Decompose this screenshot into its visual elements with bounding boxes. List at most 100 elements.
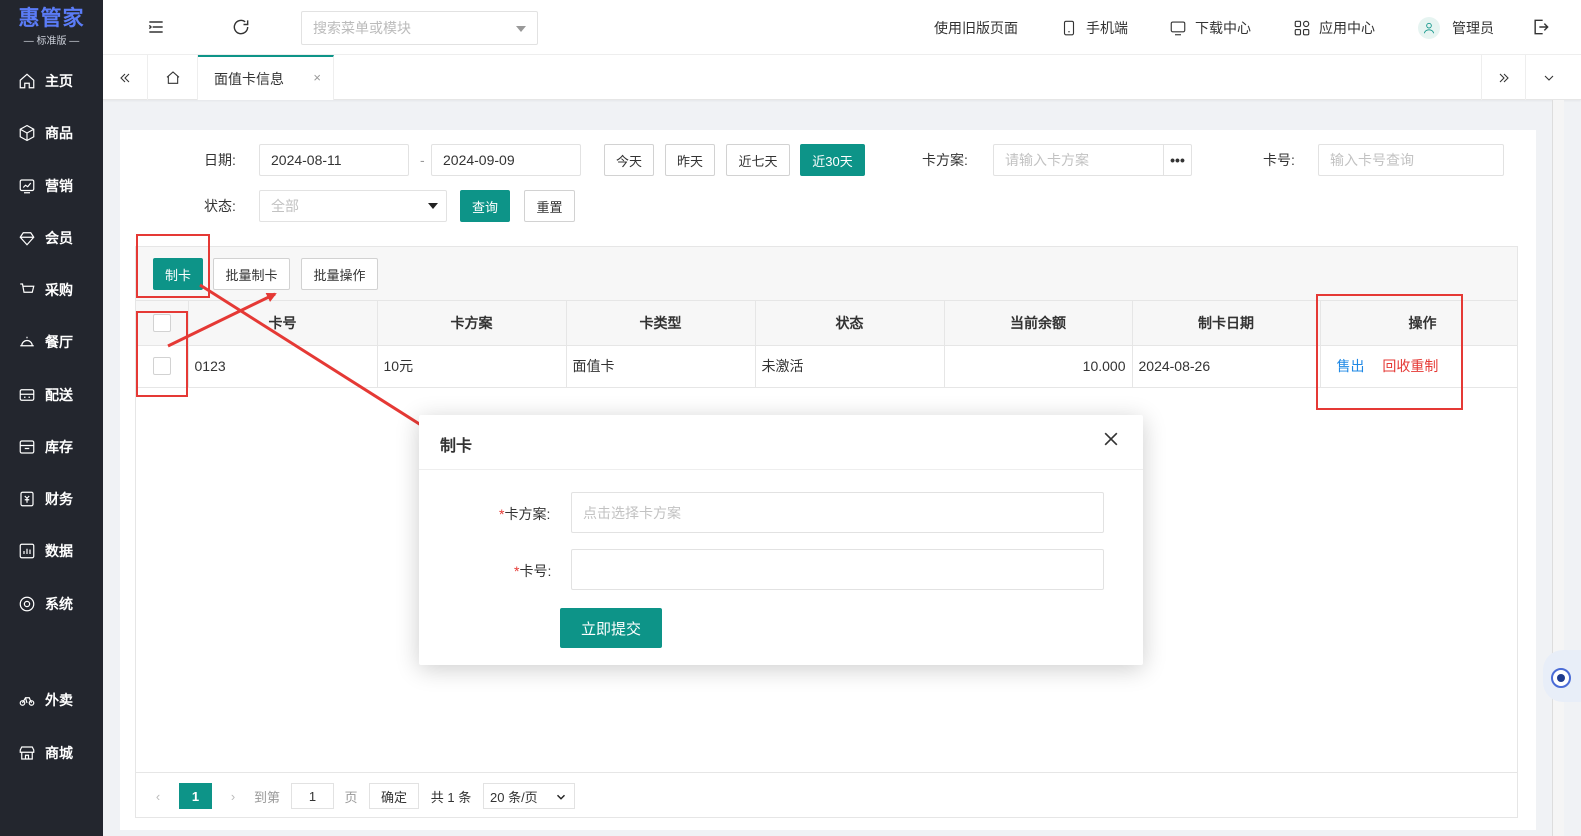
sidebar-item-inventory[interactable]: 库存 <box>0 427 103 467</box>
make-card-button[interactable]: 制卡 <box>153 258 203 290</box>
sidebar-item-system[interactable]: 系统 <box>0 584 103 624</box>
sidebar-item-purchase[interactable]: 采购 <box>0 270 103 310</box>
next-page-icon[interactable]: › <box>223 783 243 809</box>
old-version-link[interactable]: 使用旧版页面 <box>934 0 1018 55</box>
date-end-field[interactable] <box>431 144 581 176</box>
dialog-cardno-field[interactable] <box>571 549 1104 590</box>
download-center-link[interactable]: 下载中心 <box>1169 0 1251 55</box>
sidebar: 惠管家 — 标准版 — 主页 商品 营销 会员 采购 餐厅 配送 库存 财务 数… <box>0 0 103 836</box>
logo-edition: — 标准版 — <box>23 36 80 47</box>
tab-close-icon[interactable]: × <box>313 70 321 85</box>
date-start-field[interactable] <box>259 144 409 176</box>
chevron-down-icon <box>516 26 526 32</box>
chart-icon <box>19 179 35 194</box>
dialog-header: 制卡 <box>419 415 1143 470</box>
top-header: 使用旧版页面 手机端 下载中心 应用中心 管理员 <box>103 0 1581 55</box>
sidebar-item-label: 配送 <box>45 387 73 403</box>
batch-make-card-button[interactable]: 批量制卡 <box>213 258 290 290</box>
refresh-icon[interactable] <box>231 17 251 37</box>
card-plan-field[interactable]: ••• <box>993 144 1192 176</box>
cell-card-plan: 10元 <box>377 345 567 388</box>
recycle-remake-link[interactable]: 回收重制 <box>1382 358 1438 374</box>
sidebar-item-data[interactable]: 数据 <box>0 531 103 571</box>
batch-operations-button[interactable]: 批量操作 <box>301 258 378 290</box>
tab-card-info[interactable]: 面值卡信息 × <box>198 55 334 100</box>
menu-search[interactable] <box>301 11 538 45</box>
date-separator: - <box>420 152 425 168</box>
sidebar-item-members[interactable]: 会员 <box>0 218 103 258</box>
assistant-bot-icon[interactable] <box>1543 650 1581 702</box>
chevron-down-icon <box>556 794 566 800</box>
query-button[interactable]: 查询 <box>460 190 510 222</box>
more-dots-icon[interactable]: ••• <box>1163 145 1191 175</box>
sidebar-item-mall[interactable]: 商城 <box>0 733 103 773</box>
date-end-input[interactable] <box>432 145 580 175</box>
col-actions: 操作 <box>1320 301 1518 346</box>
card-plan-label: 卡方案: <box>922 152 968 168</box>
yesterday-button[interactable]: 昨天 <box>665 144 715 176</box>
reset-button[interactable]: 重置 <box>524 190 575 222</box>
sidebar-item-label: 餐厅 <box>45 334 73 350</box>
home-icon <box>19 73 35 89</box>
select-all-checkbox[interactable] <box>152 313 171 332</box>
dialog-plan-label: *卡方案: <box>499 504 550 524</box>
col-balance: 当前余额 <box>944 301 1133 346</box>
goto-page-input[interactable]: 1 <box>291 783 334 809</box>
page-scrollbar[interactable] <box>1552 100 1564 836</box>
status-select[interactable] <box>259 190 447 222</box>
card-number-input[interactable] <box>1319 145 1503 175</box>
row-select-cell <box>136 345 189 388</box>
dialog-plan-input[interactable] <box>572 493 1103 532</box>
cell-card-number: 0123 <box>188 345 378 388</box>
cell-status: 未激活 <box>755 345 945 388</box>
close-icon[interactable] <box>1101 429 1125 453</box>
date-start-input[interactable] <box>260 145 408 175</box>
sidebar-item-takeaway[interactable]: 外卖 <box>0 680 103 720</box>
double-chevron-right-icon <box>1499 73 1509 82</box>
row-checkbox[interactable] <box>152 357 171 376</box>
cell-make-date: 2024-08-26 <box>1132 345 1321 388</box>
menu-search-input[interactable] <box>302 12 537 44</box>
status-select-input[interactable] <box>260 191 446 221</box>
tab-menu-button[interactable] <box>1526 55 1571 100</box>
sidebar-item-label: 营销 <box>45 178 73 194</box>
cell-balance: 10.000 <box>944 345 1133 388</box>
user-menu[interactable]: 管理员 <box>1418 0 1494 55</box>
prev-page-icon[interactable]: ‹ <box>148 783 168 809</box>
status-label: 状态: <box>204 198 236 214</box>
sidebar-item-finance[interactable]: 财务 <box>0 479 103 519</box>
select-all-header <box>136 301 189 346</box>
sidebar-item-restaurant[interactable]: 餐厅 <box>0 322 103 362</box>
page-1-button[interactable]: 1 <box>179 783 212 809</box>
col-card-plan: 卡方案 <box>377 301 567 346</box>
home-icon <box>166 70 179 84</box>
card-plan-input[interactable] <box>994 145 1191 175</box>
dialog-plan-field[interactable] <box>571 492 1104 533</box>
tab-scroll-left-button[interactable] <box>103 55 148 100</box>
dialog-cardno-input[interactable] <box>572 550 1103 589</box>
sell-link[interactable]: 售出 <box>1337 358 1365 374</box>
mobile-label: 手机端 <box>1086 19 1128 36</box>
goto-label: 到第 <box>253 789 280 805</box>
mobile-link[interactable]: 手机端 <box>1060 0 1128 55</box>
sidebar-item-goods[interactable]: 商品 <box>0 113 103 153</box>
app-center-link[interactable]: 应用中心 <box>1293 0 1375 55</box>
last-30-days-button[interactable]: 近30天 <box>800 144 865 176</box>
submit-button[interactable]: 立即提交 <box>560 608 662 648</box>
tab-home[interactable] <box>148 55 198 100</box>
goto-confirm-button[interactable]: 确定 <box>369 783 419 809</box>
tab-label: 面值卡信息 <box>214 70 284 87</box>
table-header-row: 卡号 卡方案 卡类型 状态 当前余额 制卡日期 操作 <box>136 301 1518 346</box>
bike-icon <box>19 697 35 706</box>
last-7-days-button[interactable]: 近七天 <box>726 144 790 176</box>
card-number-field[interactable] <box>1318 144 1504 176</box>
sidebar-item-marketing[interactable]: 营销 <box>0 166 103 206</box>
sidebar-item-delivery[interactable]: 配送 <box>0 375 103 415</box>
today-button[interactable]: 今天 <box>604 144 654 176</box>
sidebar-item-home[interactable]: 主页 <box>0 61 103 101</box>
menu-toggle-icon[interactable] <box>146 17 166 37</box>
tab-scroll-right-button[interactable] <box>1481 55 1526 100</box>
mobile-icon <box>1063 20 1075 35</box>
page-size-select[interactable]: 20 条/页 <box>483 783 575 809</box>
logout-icon[interactable] <box>1531 17 1551 37</box>
